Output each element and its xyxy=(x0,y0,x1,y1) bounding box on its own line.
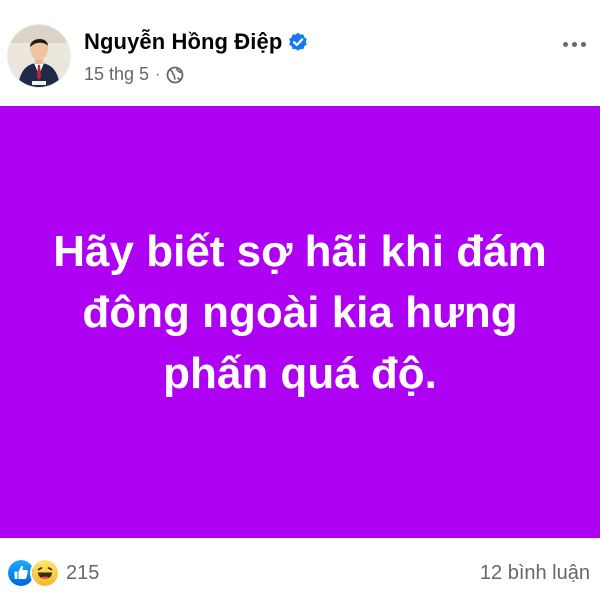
avatar-image xyxy=(8,25,70,87)
post-timestamp[interactable]: 15 thg 5 xyxy=(84,64,149,85)
reactions-summary[interactable]: 215 xyxy=(6,558,99,588)
haha-icon xyxy=(30,558,60,588)
post-header: Nguyễn Hồng Điệp 15 thg 5 · xyxy=(0,0,600,105)
globe-icon[interactable] xyxy=(166,66,184,84)
avatar[interactable] xyxy=(8,25,70,87)
post-status-text: Hãy biết sợ hãi khi đám đông ngoài kia h… xyxy=(53,226,547,398)
reaction-count[interactable]: 215 xyxy=(66,562,99,585)
comment-count[interactable]: 12 bình luận xyxy=(480,562,590,585)
facebook-post: Nguyễn Hồng Điệp 15 thg 5 · Hãy biết sợ … xyxy=(0,0,600,600)
post-text-card[interactable]: Hãy biết sợ hãi khi đám đông ngoài kia h… xyxy=(0,106,600,538)
more-dot xyxy=(580,41,586,47)
author-name-text[interactable]: Nguyễn Hồng Điệp xyxy=(84,29,282,55)
post-meta: 15 thg 5 · xyxy=(84,64,184,85)
post-footer: 215 12 bình luận xyxy=(0,550,600,600)
more-options-button[interactable] xyxy=(556,30,592,58)
author-name[interactable]: Nguyễn Hồng Điệp xyxy=(84,29,308,55)
more-dot xyxy=(571,41,577,47)
more-horizontal-icon xyxy=(562,41,568,47)
verified-badge-icon xyxy=(289,32,308,51)
meta-separator: · xyxy=(155,65,161,83)
